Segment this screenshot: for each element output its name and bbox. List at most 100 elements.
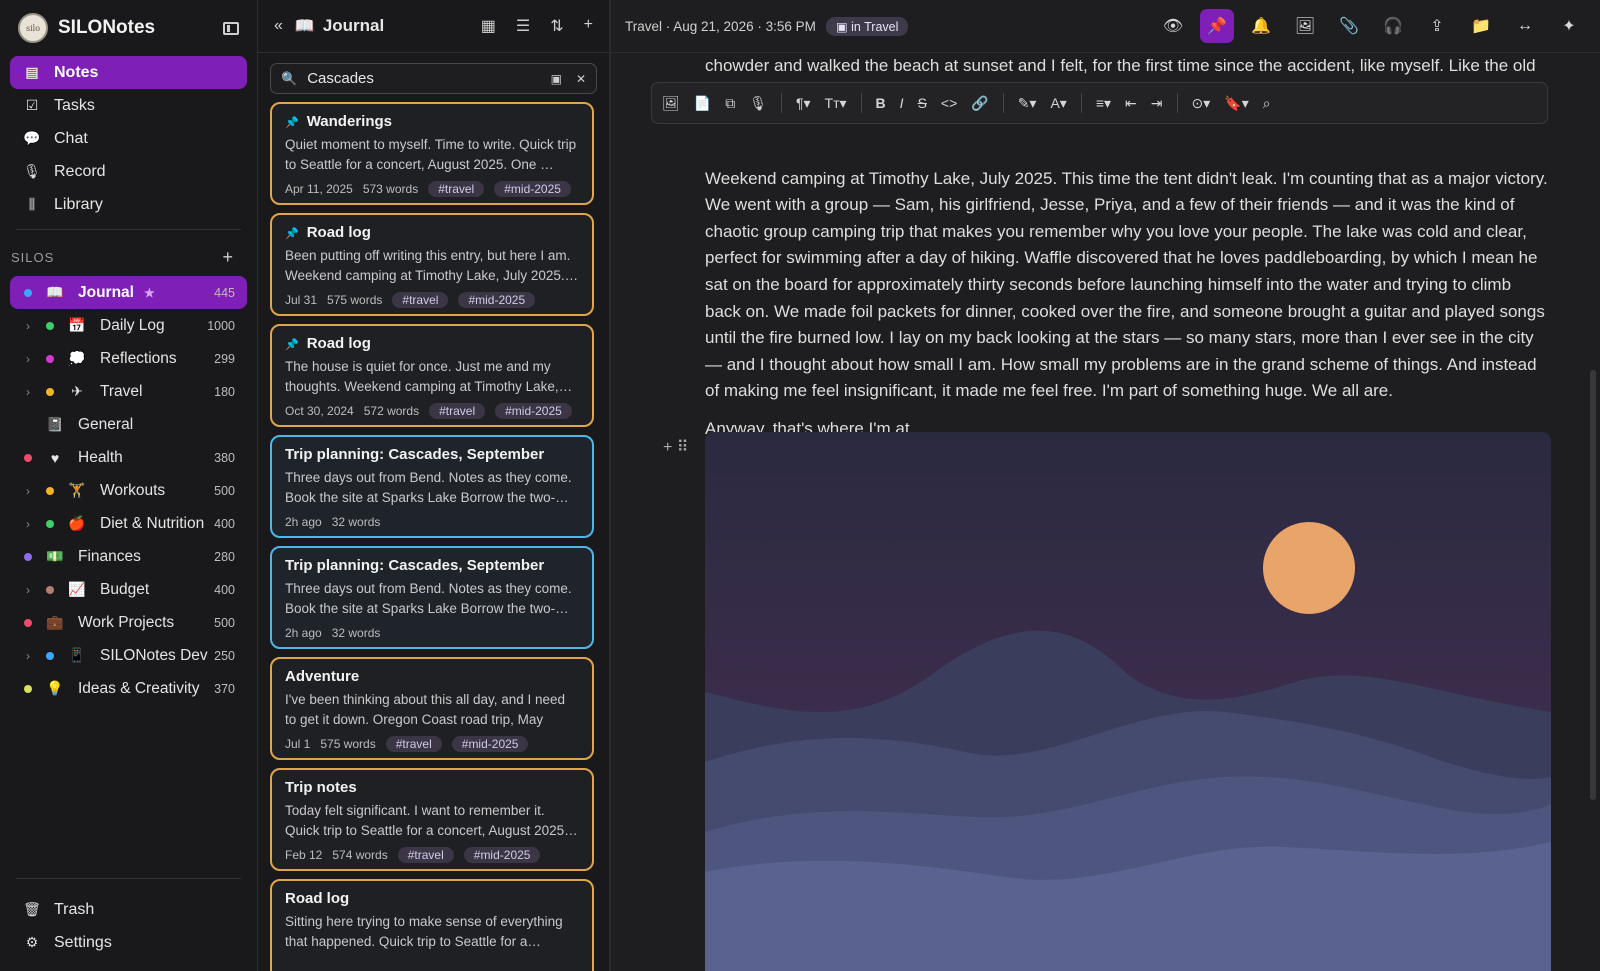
add-silo-button[interactable]: + bbox=[222, 247, 234, 268]
note-card[interactable]: Road logThe house is quiet for once. Jus… bbox=[270, 324, 594, 427]
attachment-icon[interactable]: 📎 bbox=[1332, 9, 1366, 43]
clear-search-icon[interactable]: ✕ bbox=[576, 72, 586, 86]
text-size-icon[interactable]: Tт▾ bbox=[825, 95, 847, 112]
code-icon[interactable]: <> bbox=[941, 95, 957, 111]
collapse-list-icon[interactable]: « bbox=[274, 17, 283, 35]
add-note-button[interactable]: + bbox=[584, 16, 593, 36]
nav-item-tasks[interactable]: ☑ Tasks bbox=[10, 89, 247, 122]
bold-icon[interactable]: B bbox=[876, 95, 886, 111]
search-value[interactable]: Cascades bbox=[307, 70, 536, 87]
paragraph[interactable]: Weekend camping at Timothy Lake, July 20… bbox=[705, 166, 1551, 405]
note-card[interactable]: Road log Sitting here trying to make sens… bbox=[270, 879, 594, 971]
tag-chip[interactable]: #travel bbox=[397, 846, 454, 863]
silo-item[interactable]: 💵 Finances 280 bbox=[10, 540, 247, 573]
nav-item-record[interactable]: 🎙 Record bbox=[10, 155, 247, 188]
landscape-image[interactable] bbox=[705, 432, 1551, 971]
editor-scrollbar[interactable] bbox=[1590, 370, 1596, 800]
silo-item[interactable]: 💼 Work Projects 500 bbox=[10, 606, 247, 639]
bell-icon[interactable]: 🔔 bbox=[1244, 9, 1278, 43]
silo-color-dot bbox=[46, 519, 54, 528]
silo-item[interactable]: › 📅 Daily Log 1000 bbox=[10, 309, 247, 342]
block-handle[interactable]: + ⠿ bbox=[663, 437, 689, 457]
silo-count: 370 bbox=[214, 681, 235, 696]
nav-item-settings[interactable]: ⚙ Settings bbox=[10, 926, 247, 959]
note-title: Road log bbox=[285, 335, 580, 357]
note-card[interactable]: WanderingsQuiet moment to myself. Time t… bbox=[270, 102, 594, 205]
silo-item[interactable]: › 📱 SILONotes Dev 250 bbox=[10, 639, 247, 672]
headphones-icon[interactable]: 🎧 bbox=[1376, 9, 1410, 43]
star-icon[interactable]: ★ bbox=[144, 286, 155, 300]
move-folder-icon[interactable]: 📁 bbox=[1464, 9, 1498, 43]
strikethrough-icon[interactable]: S bbox=[918, 95, 927, 111]
link-icon[interactable]: 🔗 bbox=[971, 95, 988, 112]
tag-chip[interactable]: #mid-2025 bbox=[495, 402, 572, 419]
silo-item[interactable]: ♥ Health 380 bbox=[10, 441, 247, 474]
tag-chip[interactable]: #travel bbox=[392, 291, 449, 308]
sort-icon[interactable]: ⇅ bbox=[550, 16, 563, 36]
silo-color-dot bbox=[24, 288, 32, 297]
tag-chip[interactable]: #mid-2025 bbox=[463, 846, 541, 863]
indent-icon[interactable]: ⇥ bbox=[1151, 95, 1163, 112]
silo-item[interactable]: 💡 Ideas & Creativity 370 bbox=[10, 672, 247, 705]
tag-chip[interactable]: #mid-2025 bbox=[458, 291, 536, 308]
silo-badge[interactable]: ▣ in Travel bbox=[825, 16, 909, 36]
mic-icon[interactable]: 🎙 bbox=[749, 95, 767, 112]
nav-item-chat[interactable]: 💬 Chat bbox=[10, 122, 247, 155]
silo-item[interactable]: 📓 General bbox=[10, 408, 247, 441]
note-card[interactable]: Adventure I've been thinking about this a… bbox=[270, 657, 594, 760]
tag-chip[interactable]: #travel bbox=[429, 402, 486, 419]
find-replace-icon[interactable]: ⌕ bbox=[1263, 95, 1271, 112]
silo-item[interactable]: › 📈 Budget 400 bbox=[10, 573, 247, 606]
note-word-count: 574 words bbox=[332, 847, 388, 862]
text-color-icon[interactable]: A▾ bbox=[1050, 95, 1066, 112]
chevron-right-icon[interactable]: › bbox=[26, 649, 30, 663]
search-scope-icon[interactable]: ▣ bbox=[551, 72, 562, 86]
tag-chip[interactable]: #mid-2025 bbox=[451, 735, 529, 752]
chevron-right-icon[interactable]: › bbox=[26, 352, 30, 366]
share-icon[interactable]: ⇪ bbox=[1420, 9, 1454, 43]
tag-chip[interactable]: #travel bbox=[385, 735, 442, 752]
chevron-right-icon[interactable]: › bbox=[26, 385, 30, 399]
note-card[interactable]: Trip planning: Cascades, September Three … bbox=[270, 546, 594, 649]
silo-count: 500 bbox=[214, 483, 235, 498]
layout-grid-icon[interactable]: ▦ bbox=[481, 16, 496, 36]
note-card[interactable]: Trip notes Today felt significant. I want… bbox=[270, 768, 594, 871]
paragraph-style-icon[interactable]: ¶▾ bbox=[796, 95, 811, 112]
tag-chip[interactable]: #mid-2025 bbox=[494, 180, 571, 197]
sidebar-toggle-icon[interactable] bbox=[223, 21, 239, 35]
embed-icon[interactable]: ⧉ bbox=[725, 95, 735, 112]
nav-item-trash[interactable]: 🗑 Trash bbox=[10, 893, 247, 926]
chevron-right-icon[interactable]: › bbox=[26, 484, 30, 498]
note-card[interactable]: Road logBeen putting off writing this en… bbox=[270, 213, 594, 316]
pin-icon[interactable]: 📌 bbox=[1200, 9, 1234, 43]
note-card[interactable]: Trip planning: Cascades, September Three … bbox=[270, 435, 594, 538]
layout-list-icon[interactable]: ☰ bbox=[516, 16, 530, 36]
more-icon[interactable]: ⊙▾ bbox=[1192, 95, 1211, 112]
chevron-right-icon[interactable]: › bbox=[26, 517, 30, 531]
separator bbox=[1080, 93, 1082, 113]
silo-item[interactable]: › 💭 Reflections 299 bbox=[10, 342, 247, 375]
align-icon[interactable]: ≡▾ bbox=[1096, 95, 1111, 112]
preview-icon[interactable]: 👁 bbox=[1156, 9, 1190, 43]
chevron-right-icon[interactable]: › bbox=[26, 319, 30, 333]
silo-item[interactable]: 📖 Journal ★ 445 bbox=[10, 276, 247, 309]
silo-item[interactable]: › 🏋 Workouts 500 bbox=[10, 474, 247, 507]
gear-icon: ⚙ bbox=[25, 934, 39, 950]
bookmark-icon[interactable]: 🔖▾ bbox=[1224, 95, 1248, 112]
width-icon[interactable]: ↔ bbox=[1508, 9, 1542, 43]
chevron-right-icon[interactable]: › bbox=[26, 583, 30, 597]
tag-chip[interactable]: #travel bbox=[428, 180, 485, 197]
ai-sparkle-icon[interactable]: ✦ bbox=[1552, 9, 1586, 43]
paragraph[interactable]: chowder and walked the beach at sunset a… bbox=[705, 53, 1551, 80]
insert-file-icon[interactable]: 📄 bbox=[694, 95, 711, 112]
insert-image-icon[interactable]: 🖼 bbox=[662, 95, 680, 112]
italic-icon[interactable]: I bbox=[900, 95, 904, 111]
insert-image-icon[interactable]: 🖼 bbox=[1288, 9, 1322, 43]
nav-item-notes[interactable]: ▤ Notes bbox=[10, 56, 247, 89]
silo-item[interactable]: › 🍎 Diet & Nutrition 400 bbox=[10, 507, 247, 540]
search-input[interactable]: 🔍 Cascades ▣ ✕ bbox=[270, 63, 597, 94]
highlight-icon[interactable]: ✎▾ bbox=[1018, 95, 1037, 112]
outdent-icon[interactable]: ⇤ bbox=[1125, 95, 1137, 112]
silo-item[interactable]: › ✈ Travel 180 bbox=[10, 375, 247, 408]
nav-item-library[interactable]: ⫼ Library bbox=[10, 188, 247, 221]
